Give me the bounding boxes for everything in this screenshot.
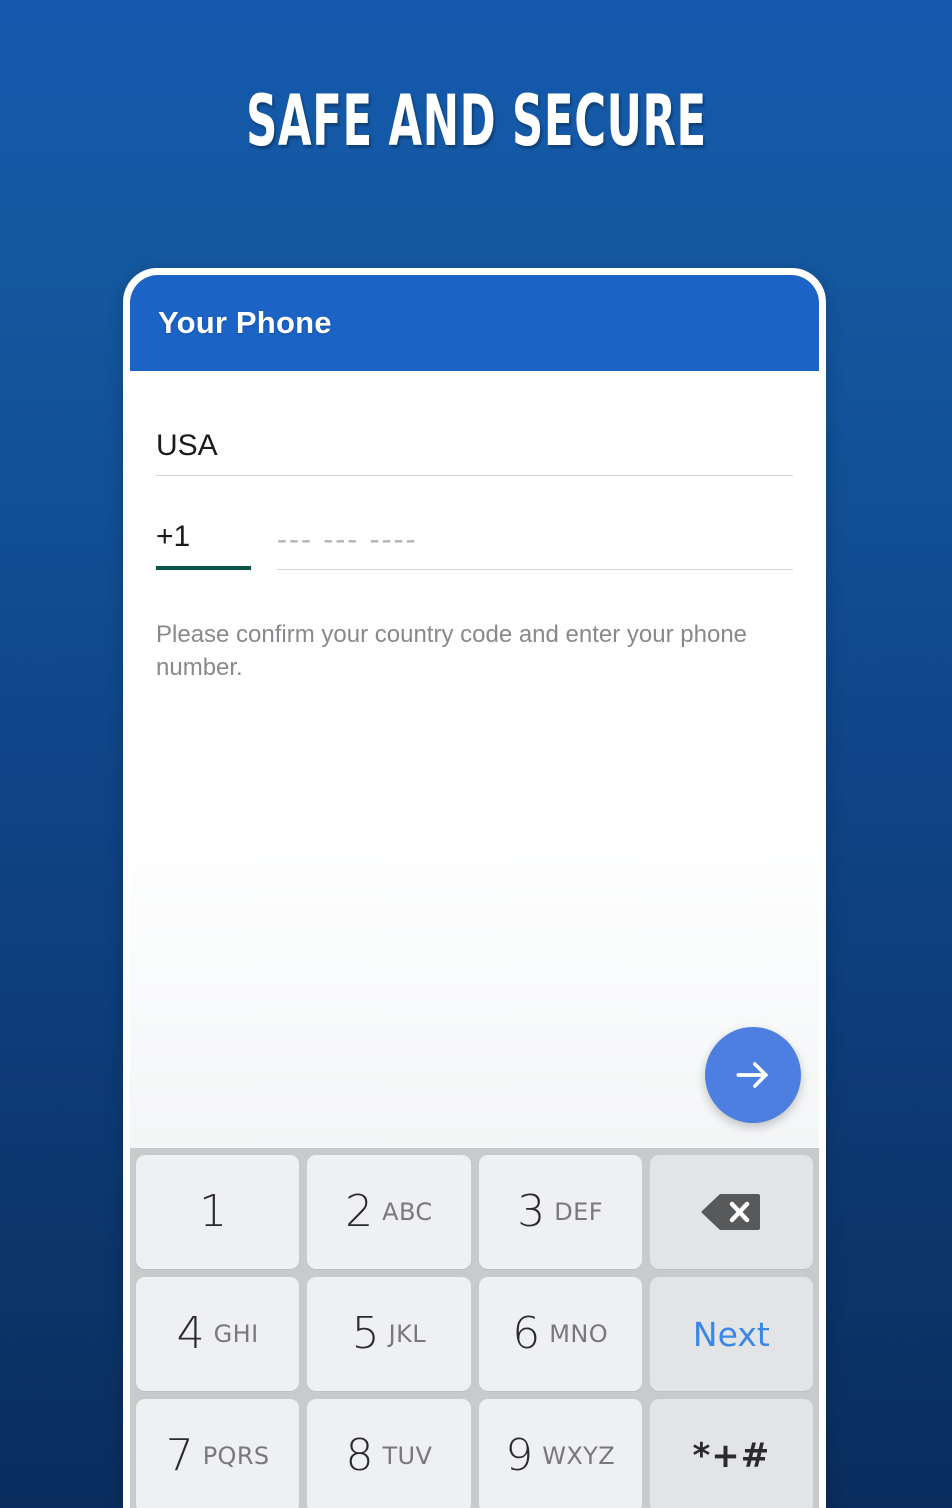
- key-8-digit: 8: [345, 1430, 374, 1481]
- arrow-right-icon: [731, 1053, 775, 1097]
- country-field-underline: [156, 475, 793, 476]
- key-2-letters: ABC: [382, 1198, 433, 1226]
- key-backspace[interactable]: [649, 1155, 813, 1269]
- key-4-letters: GHI: [213, 1320, 259, 1348]
- key-7[interactable]: 7 PQRS: [136, 1399, 300, 1508]
- helper-text: Please confirm your country code and ent…: [156, 621, 748, 682]
- app-bar: Your Phone: [130, 275, 819, 371]
- key-9[interactable]: 9 WXYZ: [478, 1399, 642, 1508]
- phone-number-input[interactable]: --- --- ----: [277, 523, 793, 570]
- next-fab-button[interactable]: [705, 1027, 801, 1123]
- country-field-value: USA: [156, 429, 218, 462]
- key-2-digit: 2: [345, 1186, 374, 1237]
- key-8[interactable]: 8 TUV: [307, 1399, 471, 1508]
- key-6[interactable]: 6 MNO: [478, 1277, 642, 1391]
- phone-mockup-frame: Your Phone USA +1 --- --- ---- Please co…: [123, 268, 826, 1508]
- keypad-row: 1 2 ABC 3 DEF: [136, 1155, 813, 1269]
- content-area: USA +1 --- --- ---- Please confirm your …: [130, 371, 819, 1148]
- key-6-letters: MNO: [549, 1320, 608, 1348]
- headline-container: SAFE AND SECURE: [0, 86, 952, 156]
- keypad-row: 7 PQRS 8 TUV 9 WXYZ *+#: [136, 1399, 813, 1508]
- key-4[interactable]: 4 GHI: [136, 1277, 300, 1391]
- key-1-digit: 1: [199, 1186, 228, 1237]
- key-1[interactable]: 1: [136, 1155, 300, 1269]
- app-bar-title: Your Phone: [158, 305, 332, 340]
- key-9-digit: 9: [505, 1430, 534, 1481]
- key-next[interactable]: Next: [649, 1277, 813, 1391]
- key-next-label: Next: [692, 1314, 770, 1354]
- phone-screen: Your Phone USA +1 --- --- ---- Please co…: [130, 275, 819, 1508]
- key-4-digit: 4: [176, 1308, 205, 1359]
- key-symbols-label: *+#: [692, 1436, 771, 1476]
- keypad-row: 4 GHI 5 JKL 6 MNO Next: [136, 1277, 813, 1391]
- key-8-letters: TUV: [382, 1442, 433, 1470]
- key-3-digit: 3: [517, 1186, 546, 1237]
- key-3[interactable]: 3 DEF: [478, 1155, 642, 1269]
- key-5[interactable]: 5 JKL: [307, 1277, 471, 1391]
- country-code-input[interactable]: +1: [156, 520, 251, 570]
- key-5-letters: JKL: [388, 1320, 427, 1348]
- phone-number-underline: [277, 569, 793, 570]
- key-symbols[interactable]: *+#: [649, 1399, 813, 1508]
- key-5-digit: 5: [351, 1308, 380, 1359]
- page-title: SAFE AND SECURE: [245, 80, 707, 162]
- backspace-icon: [700, 1190, 762, 1234]
- country-field[interactable]: USA: [156, 429, 793, 476]
- country-code-underline-focused: [156, 566, 251, 570]
- country-code-value: +1: [156, 520, 191, 553]
- phone-number-placeholder: --- --- ----: [277, 523, 418, 556]
- key-2[interactable]: 2 ABC: [307, 1155, 471, 1269]
- key-9-letters: WXYZ: [542, 1442, 616, 1470]
- key-7-letters: PQRS: [202, 1442, 270, 1470]
- key-3-letters: DEF: [554, 1198, 603, 1226]
- numeric-keypad: 1 2 ABC 3 DEF 4 GHI 5 JKL 6 MNO Next 7 P…: [130, 1148, 819, 1508]
- key-7-digit: 7: [165, 1430, 194, 1481]
- key-6-digit: 6: [512, 1308, 541, 1359]
- phone-field[interactable]: +1 --- --- ----: [156, 520, 793, 570]
